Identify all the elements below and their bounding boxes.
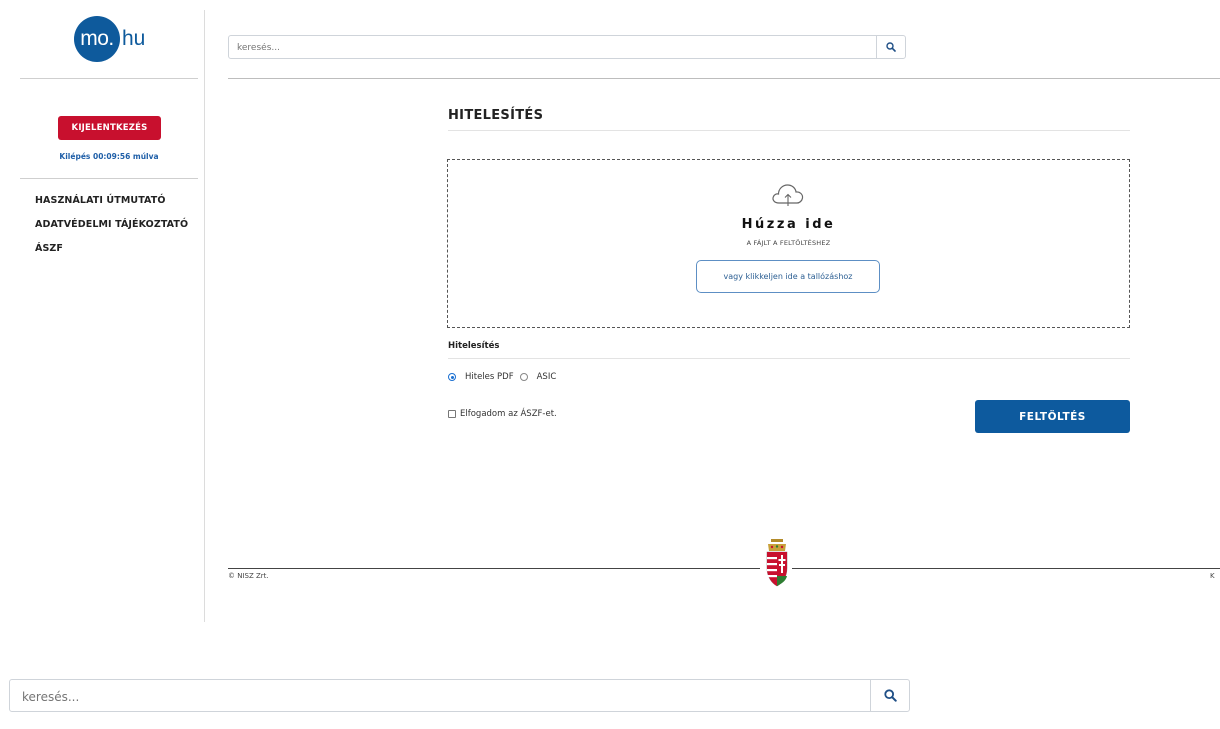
sidebar-item-privacy[interactable]: ADATVÉDELMI TÁJÉKOZTATÓ — [35, 219, 188, 243]
page-title: HITELESÍTÉS — [448, 108, 544, 123]
cloud-upload-icon — [772, 184, 804, 206]
upload-button[interactable]: FELTÖLTÉS — [975, 400, 1130, 433]
accept-terms-checkbox[interactable] — [448, 410, 456, 418]
radio-label-hiteles-pdf: Hiteles PDF — [465, 372, 514, 382]
sidebar-divider-bottom — [20, 178, 198, 179]
search-bar-bottom — [9, 679, 910, 712]
radio-hiteles-pdf[interactable] — [448, 373, 456, 381]
radio-asic[interactable] — [519, 373, 528, 381]
search-input[interactable] — [235, 39, 879, 57]
header-divider — [228, 78, 1220, 79]
format-radio-group: Hiteles PDF ASIC — [448, 369, 556, 385]
title-divider — [448, 130, 1130, 131]
logout-timer: Kilépés 00:09:56 múlva — [59, 152, 159, 161]
dropzone-subtitle: A FÁJLT A FELTÖLTÉSHEZ — [746, 239, 831, 247]
footer-copyright: © NISZ Zrt. — [228, 572, 269, 580]
section-divider — [448, 358, 1130, 359]
sidebar-divider-top — [20, 78, 198, 79]
sidebar-nav: HASZNÁLATI ÚTMUTATÓ ADATVÉDELMI TÁJÉKOZT… — [35, 195, 188, 267]
logo-suffix: hu — [122, 27, 146, 50]
logo-circle: mo. — [74, 16, 120, 62]
sidebar-divider — [204, 10, 205, 622]
hungarian-coat-of-arms-icon — [766, 539, 788, 587]
search-bar — [228, 35, 906, 59]
search-button-bottom[interactable] — [870, 680, 909, 711]
sidebar-item-terms[interactable]: ÁSZF — [35, 243, 188, 267]
radio-label-asic: ASIC — [536, 372, 557, 382]
accept-terms-label: Elfogadom az ÁSZF-et. — [460, 409, 557, 419]
search-input-bottom[interactable] — [20, 687, 864, 707]
sidebar-item-user-guide[interactable]: HASZNÁLATI ÚTMUTATÓ — [35, 195, 188, 219]
browse-button[interactable]: vagy klikkeljen ide a tallózáshoz — [696, 260, 880, 293]
file-dropzone[interactable]: Húzza ide A FÁJLT A FELTÖLTÉSHEZ vagy kl… — [447, 159, 1130, 328]
search-icon — [883, 689, 897, 702]
footer-right-text: K — [1210, 572, 1215, 580]
search-icon — [886, 42, 896, 52]
footer-line-left — [228, 568, 760, 569]
logout-button[interactable]: KIJELENTKEZÉS — [58, 116, 161, 140]
logo[interactable]: mo. hu — [74, 16, 145, 62]
dropzone-title: Húzza ide — [741, 217, 836, 232]
accept-terms-row: Elfogadom az ÁSZF-et. — [448, 409, 557, 419]
footer-line-right — [792, 568, 1220, 569]
section-label: Hitelesítés — [448, 341, 500, 351]
search-button[interactable] — [876, 36, 905, 58]
